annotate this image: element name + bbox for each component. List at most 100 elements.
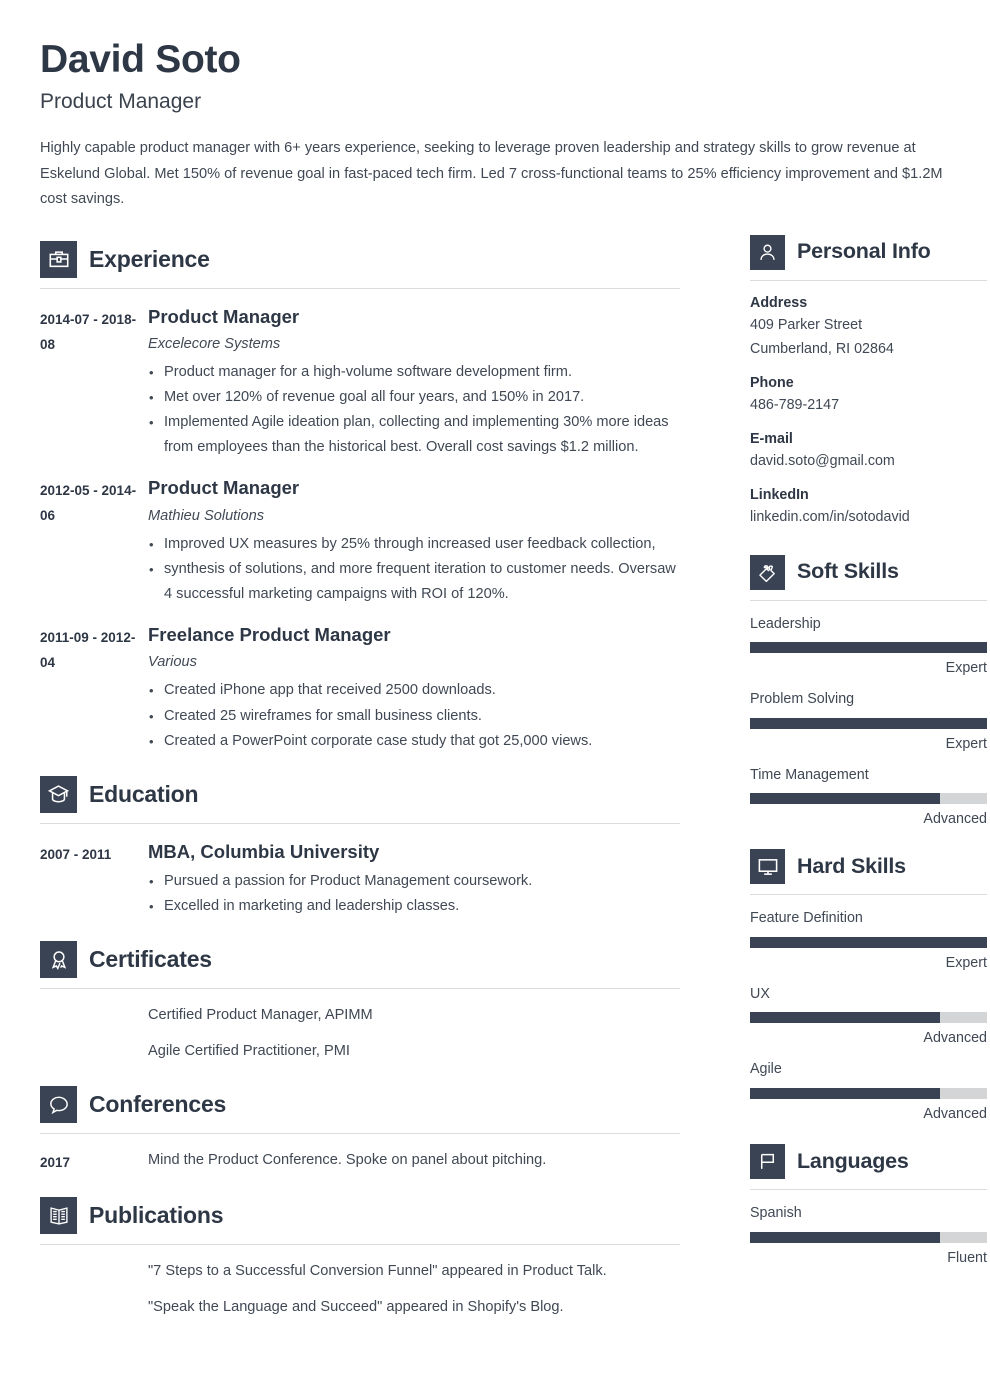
field-label: E-mail <box>750 430 793 447</box>
divider <box>750 894 987 896</box>
entry-organization: Excelecore Systems <box>148 335 281 352</box>
page-title: David Soto <box>40 38 241 81</box>
bullet-item: Created 25 wireframes for small business… <box>148 704 680 729</box>
section-header: Experience <box>40 240 680 278</box>
entry-body: Mind the Product Conference. Spoke on pa… <box>148 1148 680 1175</box>
entry-body: Product Manager Mathieu Solutions Improv… <box>148 476 680 607</box>
experience-entry: 2014-07 - 2018-08 Product Manager Excele… <box>40 305 680 461</box>
bullet-item: Pursued a passion for Product Management… <box>148 869 680 894</box>
entry-dates-empty <box>40 1003 148 1064</box>
skill-bar-fill <box>750 642 987 654</box>
bullet-item: Met over 120% of revenue goal all four y… <box>148 385 680 410</box>
entry-dates-empty <box>40 1259 148 1320</box>
publication-item: "7 Steps to a Successful Conversion Funn… <box>40 1259 680 1320</box>
skill-bar-fill <box>750 1088 940 1099</box>
skill-bar-fill <box>750 1231 940 1243</box>
entry-body: Product Manager Excelecore Systems Produ… <box>148 305 680 461</box>
skill-bar-fill <box>750 793 940 805</box>
briefcase-icon <box>40 240 77 278</box>
skill-name: Leadership <box>750 615 821 632</box>
field-label: Address <box>750 294 808 311</box>
resume-page: David Soto Product Manager Highly capabl… <box>0 0 990 1400</box>
skill-item: Spanish Fluent <box>750 1204 987 1266</box>
conference-entry: 2017 Mind the Product Conference. Spoke … <box>40 1148 680 1175</box>
entry-body: MBA, Columbia University Pursued a passi… <box>148 840 680 920</box>
skill-name: Problem Solving <box>750 691 855 708</box>
skill-level: Expert <box>945 660 987 677</box>
divider <box>750 1189 987 1190</box>
entry-organization: Various <box>148 654 197 671</box>
section-header: Publications <box>40 1197 680 1235</box>
divider <box>40 822 680 824</box>
skill-bar-track <box>750 642 987 654</box>
section-experience: Experience 2014-07 - 2018-08 Product Man… <box>40 240 680 754</box>
section-header: Languages <box>750 1144 987 1179</box>
puzzle-piece-icon <box>750 554 785 590</box>
field-value: 409 Parker Street <box>750 316 863 333</box>
skill-name: Time Management <box>750 766 869 783</box>
entry-dates: 2007 - 2011 <box>40 846 112 862</box>
skill-name: Spanish <box>750 1205 802 1221</box>
personal-info-field: Phone 486-789-2147 <box>750 375 987 417</box>
professional-summary: Highly capable product manager with 6+ y… <box>40 140 943 208</box>
section-title: Publications <box>89 1202 224 1229</box>
open-book-icon <box>40 1197 77 1235</box>
skill-bar-fill <box>750 1012 940 1024</box>
skill-bar-fill <box>750 936 987 948</box>
skill-name: Agile <box>750 1061 782 1078</box>
field-value: Cumberland, RI 02864 <box>750 340 894 357</box>
section-header: Conferences <box>40 1086 680 1124</box>
certificate-text: Certified Product Manager, APIMM <box>148 1007 373 1024</box>
section-title: Certificates <box>89 946 212 973</box>
divider <box>40 1244 680 1246</box>
section-languages: Languages Spanish Fluent <box>750 1144 987 1266</box>
divider <box>40 988 680 990</box>
section-header: Soft Skills <box>750 554 987 590</box>
section-title: Hard Skills <box>797 854 906 879</box>
field-value[interactable]: linkedin.com/in/sotodavid <box>750 505 987 529</box>
experience-entry: 2011-09 - 2012-04 Freelance Product Mana… <box>40 623 680 754</box>
personal-info-field: LinkedIn linkedin.com/in/sotodavid <box>750 487 987 529</box>
monitor-icon <box>750 849 785 885</box>
entry-dates: 2014-07 - 2018-08 <box>40 311 137 352</box>
skill-name: Feature Definition <box>750 910 863 927</box>
field-label: LinkedIn <box>750 486 809 503</box>
section-header: Certificates <box>40 941 680 979</box>
entry-bullets: Improved UX measures by 25% through incr… <box>148 532 680 608</box>
skill-item: Leadership Expert <box>750 615 987 677</box>
entry-bullets: Pursued a passion for Product Management… <box>148 869 680 920</box>
bullet-item: Created a PowerPoint corporate case stud… <box>148 729 680 754</box>
resume-header: David Soto Product Manager Highly capabl… <box>40 38 950 213</box>
bullet-item: Implemented Agile ideation plan, collect… <box>148 410 680 460</box>
entry-dates: 2017 <box>40 1155 71 1171</box>
bullet-item: synthesis of solutions, and more frequen… <box>148 557 680 607</box>
divider <box>40 287 680 289</box>
skill-bar-track <box>750 1231 987 1243</box>
section-title: Languages <box>797 1148 909 1173</box>
divider <box>40 1133 680 1135</box>
section-header: Education <box>40 775 680 813</box>
flag-icon <box>750 1144 785 1179</box>
section-hard-skills: Hard Skills Feature Definition Expert UX… <box>750 849 987 1122</box>
section-title: Soft Skills <box>797 559 899 584</box>
experience-entry: 2012-05 - 2014-06 Product Manager Mathie… <box>40 476 680 607</box>
entry-body: Certified Product Manager, APIMM Agile C… <box>148 1003 680 1064</box>
entry-title: MBA, Columbia University <box>148 840 380 862</box>
section-education: Education 2007 - 2011 MBA, Columbia Univ… <box>40 775 680 920</box>
bullet-item: Improved UX measures by 25% through incr… <box>148 532 680 557</box>
job-title-subheading: Product Manager <box>40 89 202 113</box>
skill-bar-track <box>750 1012 987 1024</box>
divider <box>750 279 987 281</box>
skill-item: Feature Definition Expert <box>750 909 987 971</box>
bullet-item: Excelled in marketing and leadership cla… <box>148 894 680 919</box>
section-title: Personal Info <box>797 239 931 264</box>
divider <box>750 599 987 601</box>
entry-organization: Mathieu Solutions <box>148 507 265 524</box>
section-title: Experience <box>89 245 210 272</box>
person-icon <box>750 234 785 270</box>
skill-level: Fluent <box>947 1249 987 1266</box>
certificate-text: Agile Certified Practitioner, PMI <box>148 1043 350 1060</box>
field-value: 486-789-2147 <box>750 396 840 413</box>
conference-text: Mind the Product Conference. Spoke on pa… <box>148 1152 547 1169</box>
field-value[interactable]: david.soto@gmail.com <box>750 449 987 473</box>
